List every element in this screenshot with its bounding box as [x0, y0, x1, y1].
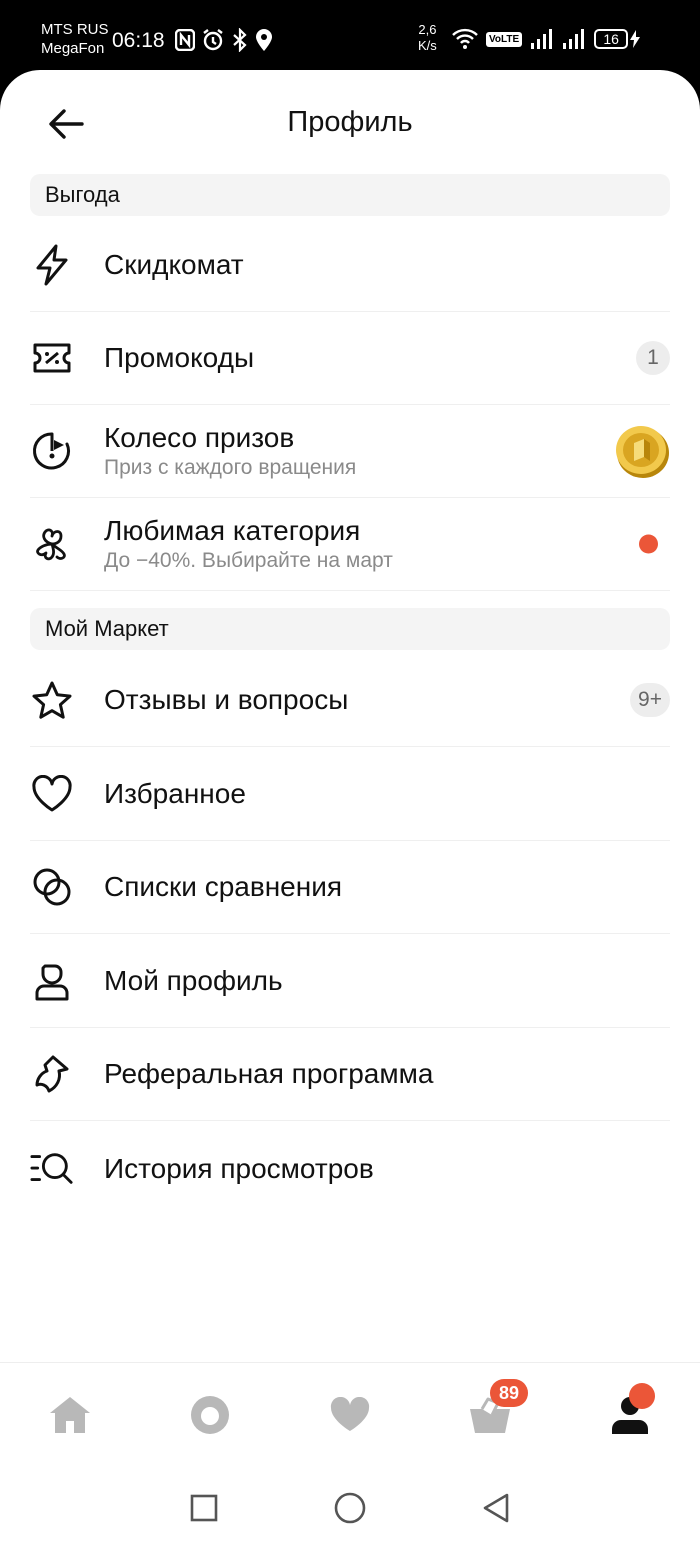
menu-item-subtitle: Приз с каждого вращения [104, 456, 357, 479]
nav-tab-assistant[interactable] [180, 1385, 240, 1445]
bottom-navigation: 89 [0, 1362, 700, 1472]
system-back-button[interactable] [478, 1490, 514, 1526]
history-search-icon [30, 1147, 74, 1191]
menu-item-compare-lists[interactable]: Списки сравнения [30, 841, 670, 934]
alice-icon [191, 1396, 229, 1434]
net-speed-value: 2,6 [418, 22, 437, 37]
net-speed-unit: K/s [418, 38, 437, 53]
menu-item-label: Скидкомат [104, 249, 244, 280]
wifi-icon [452, 28, 478, 49]
charging-icon [630, 30, 641, 48]
new-indicator-dot [639, 534, 658, 554]
heart-icon [330, 1397, 370, 1431]
menu-item-label: Реферальная программа [104, 1058, 434, 1089]
menu-item-referral[interactable]: Реферальная программа [30, 1028, 670, 1121]
volte-badge: VoLTE [486, 31, 523, 47]
menu-item-promocodes[interactable]: Промокоды 1 [30, 312, 670, 405]
promocodes-count-badge: 1 [636, 341, 670, 375]
menu-item-view-history[interactable]: История просмотров [30, 1122, 670, 1215]
home-icon [50, 1397, 90, 1433]
menu-item-label: Колесо призов [104, 422, 295, 453]
battery-indicator: 16 [594, 29, 641, 49]
section-header-benefits: Выгода [30, 174, 670, 216]
nav-tab-favorites[interactable] [320, 1385, 380, 1445]
battery-level: 16 [594, 29, 629, 49]
carrier-info: MTS RUS MegaFon [41, 20, 109, 58]
menu-item-label: Мой профиль [104, 965, 283, 996]
section-header-my-market: Мой Маркет [30, 608, 670, 650]
nav-tab-cart[interactable]: 89 [460, 1379, 528, 1445]
menu-item-subtitle: До −40%. Выбирайте на март [104, 549, 393, 572]
page-title: Профиль [287, 106, 413, 138]
home-circle-icon [334, 1492, 366, 1524]
carrier-1: MTS RUS [41, 21, 109, 38]
lightning-icon [30, 243, 74, 287]
menu-item-skidkomat[interactable]: Скидкомат [30, 219, 670, 312]
menu-item-label: Избранное [104, 778, 246, 809]
system-navigation-bar [0, 1472, 700, 1544]
alarm-icon [203, 29, 223, 51]
menu-item-label: Отзывы и вопросы [104, 684, 349, 715]
clover-icon [30, 522, 74, 566]
cart-count-badge: 89 [490, 1379, 528, 1407]
network-speed: 2,6 K/s [418, 22, 437, 54]
recent-apps-icon [190, 1494, 218, 1522]
back-triangle-icon [483, 1493, 509, 1523]
menu-item-favorites[interactable]: Избранное [30, 748, 670, 841]
compare-icon [30, 865, 74, 909]
star-icon [30, 678, 74, 722]
nav-tab-home[interactable] [40, 1385, 100, 1445]
recent-apps-button[interactable] [186, 1490, 222, 1526]
status-icons-left [175, 28, 273, 52]
system-home-button[interactable] [332, 1490, 368, 1526]
clock: 06:18 [112, 29, 165, 52]
menu-item-label: Любимая категория [104, 515, 361, 546]
status-bar: MTS RUS MegaFon 06:18 2,6 K/s VoLTE 16 [0, 0, 700, 78]
nav-tab-profile[interactable] [600, 1383, 660, 1445]
coin-icon [616, 426, 669, 478]
profile-notification-dot [629, 1383, 655, 1409]
carrier-2: MegaFon [41, 40, 105, 57]
location-icon [256, 29, 272, 51]
app-header: Профиль [0, 70, 700, 174]
profile-screen: Профиль Выгода Скидкомат Промокоды 1 Кол… [0, 70, 700, 1544]
bluetooth-icon [233, 28, 247, 52]
menu-item-prize-wheel[interactable]: Колесо призов Приз с каждого вращения [30, 405, 670, 498]
menu-item-label: Промокоды [104, 342, 255, 373]
nfc-icon [175, 29, 195, 51]
heart-icon [30, 772, 74, 816]
menu-item-label: Списки сравнения [104, 871, 343, 902]
user-icon [30, 959, 74, 1003]
coupon-icon [30, 336, 74, 380]
menu-item-reviews[interactable]: Отзывы и вопросы 9+ [30, 654, 670, 747]
menu-item-my-profile[interactable]: Мой профиль [30, 935, 670, 1028]
status-icons-right: VoLTE 16 [452, 28, 641, 50]
referral-icon [30, 1052, 74, 1096]
menu-item-label: История просмотров [104, 1152, 374, 1184]
signal-icon [531, 29, 553, 49]
menu-item-favorite-category[interactable]: Любимая категория До −40%. Выбирайте на … [30, 498, 670, 591]
signal-icon-2 [563, 29, 585, 49]
prize-wheel-icon [30, 429, 74, 473]
reviews-count-badge: 9+ [630, 683, 670, 717]
